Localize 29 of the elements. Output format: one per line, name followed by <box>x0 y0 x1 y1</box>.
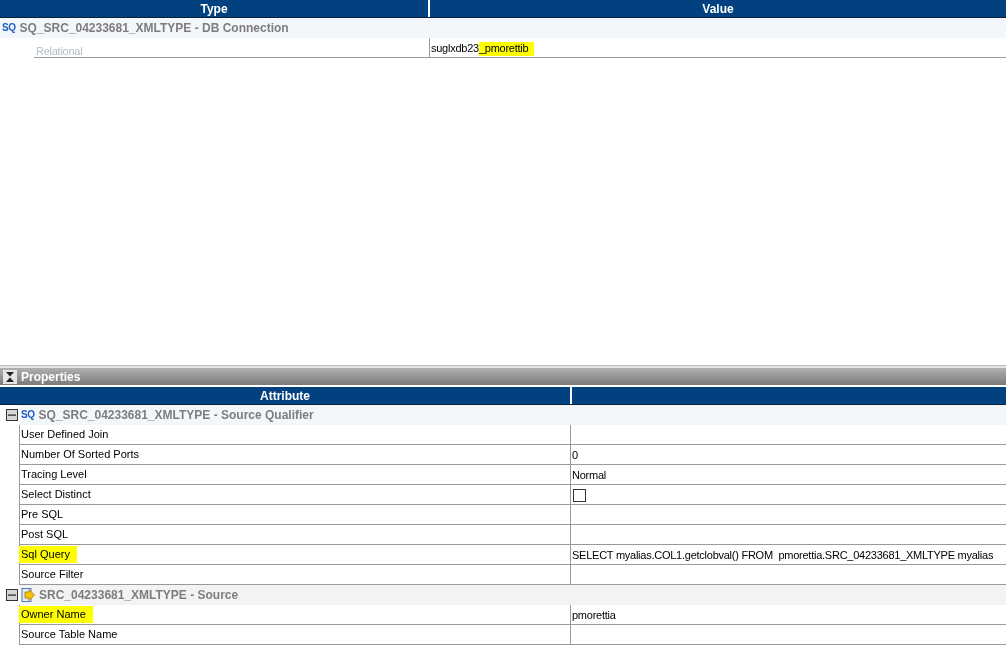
value-text: 0 <box>572 448 578 462</box>
checkbox[interactable] <box>573 489 586 502</box>
qualifier-icon: SQ <box>2 21 16 35</box>
attribute-label: Sql Query <box>19 546 77 563</box>
attribute-label: Post SQL <box>21 527 69 542</box>
collapse-icon[interactable] <box>6 589 18 601</box>
column-header: Value <box>702 1 734 16</box>
attribute-label: User Defined Join <box>21 427 109 442</box>
qualifier-icon: SQ <box>21 408 35 422</box>
column-header: Attribute <box>260 388 310 403</box>
attribute-label: Select Distinct <box>21 487 91 502</box>
group-title: SQ_SRC_04233681_XMLTYPE - DB Connection <box>19 21 289 35</box>
group-title: SRC_04233681_XMLTYPE - Source <box>39 588 239 602</box>
group-title: SQ_SRC_04233681_XMLTYPE - Source Qualifier <box>38 408 314 422</box>
value-text: SELECT myalias.COL1.getclobval() FROM pmorettia.SRC_04233681_XMLTYPE myalias <box>572 548 994 562</box>
attribute-label: Number Of Sorted Ports <box>21 447 139 462</box>
value-text: pmorettia <box>572 608 616 622</box>
document-arrow-icon <box>21 588 35 602</box>
hourglass-icon[interactable] <box>3 369 17 384</box>
value-text: Normal <box>572 468 606 482</box>
attribute-label: Source Table Name <box>21 627 118 642</box>
panel-title: Properties <box>21 369 81 384</box>
type-text: Relational <box>36 45 83 57</box>
column-header: Type <box>200 1 228 16</box>
attribute-label: Tracing Level <box>21 467 87 482</box>
attribute-label: Pre SQL <box>21 507 64 522</box>
attribute-label: Owner Name <box>19 606 93 623</box>
attribute-label: Source Filter <box>21 567 84 582</box>
collapse-icon[interactable] <box>6 409 18 421</box>
